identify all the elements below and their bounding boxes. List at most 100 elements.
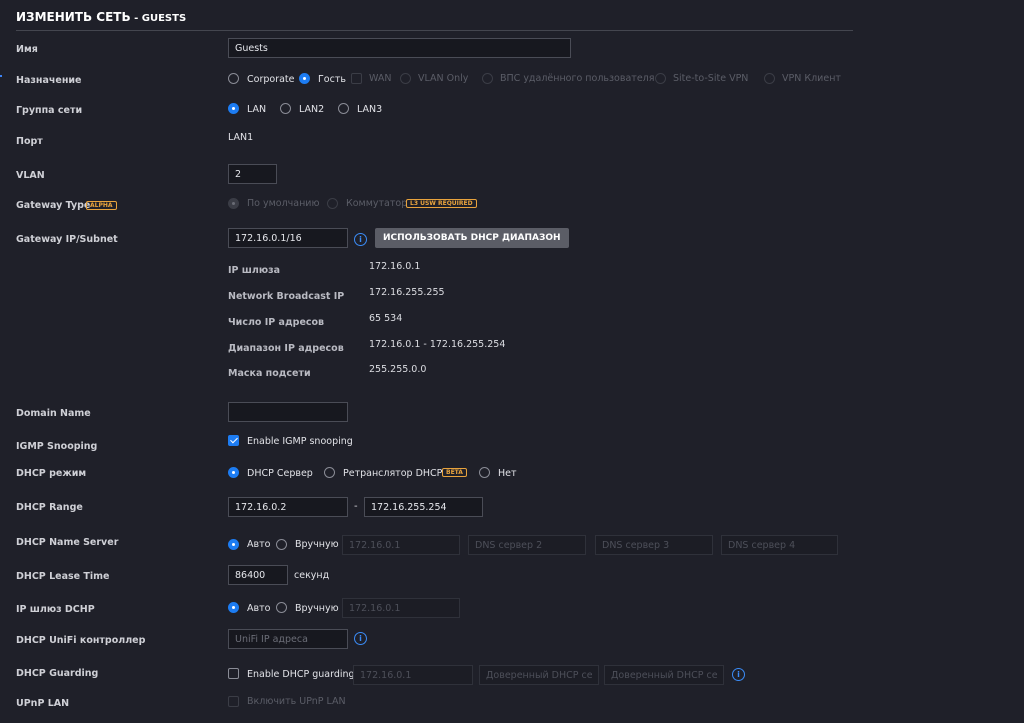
use-dhcp-range-button[interactable]: ИСПОЛЬЗОВАТЬ DHCP ДИАПАЗОН	[375, 228, 569, 248]
dhcp-none-label: Нет	[498, 468, 517, 479]
dhcp-gateway-input[interactable]	[342, 598, 460, 618]
purpose-guest-radio[interactable]	[299, 73, 310, 84]
dns-manual-radio[interactable]	[276, 539, 287, 550]
gateway-type-label: Gateway Type	[16, 200, 91, 211]
guarding-server-2-input[interactable]	[479, 665, 599, 685]
igmp-checkbox-label: Enable IGMP snooping	[247, 436, 353, 447]
vlan-input[interactable]	[228, 164, 277, 184]
page-title: ИЗМЕНИТЬ СЕТЬ - GUESTS	[16, 10, 186, 24]
purpose-vpn-client-label: VPN Клиент	[782, 73, 841, 84]
unifi-controller-input[interactable]	[228, 629, 348, 649]
igmp-checkbox[interactable]	[228, 435, 239, 446]
dhcp-relay-radio[interactable]	[324, 467, 335, 478]
network-group-label: Группа сети	[16, 105, 83, 116]
dhcp-gateway-manual-label: Вручную	[295, 603, 339, 614]
dhcp-server-label: DHCP Сервер	[247, 468, 313, 479]
header-divider	[16, 30, 853, 31]
lease-time-label: DHCP Lease Time	[16, 571, 110, 582]
purpose-guest-label: Гость	[318, 74, 346, 85]
dhcp-gateway-manual-radio[interactable]	[276, 602, 287, 613]
gateway-default-radio[interactable]	[228, 198, 239, 209]
dhcp-mode-label: DHCP режим	[16, 468, 87, 479]
vlan-label: VLAN	[16, 170, 45, 181]
port-label: Порт	[16, 136, 43, 147]
info-icon[interactable]: i	[732, 668, 745, 681]
page-title-main: ИЗМЕНИТЬ СЕТЬ	[16, 10, 131, 24]
alpha-badge: ALPHA	[86, 201, 117, 210]
purpose-site-vpn-label: Site-to-Site VPN	[673, 73, 749, 84]
purpose-vlan-only-label: VLAN Only	[418, 73, 469, 84]
ip-range-value: 172.16.0.1 - 172.16.255.254	[369, 339, 506, 350]
purpose-label: Назначение	[16, 75, 82, 86]
purpose-remote-vpn-label: ВПС удалённого пользователя	[500, 73, 655, 84]
gateway-switch-label: Коммутатор	[346, 198, 408, 209]
info-icon[interactable]: i	[354, 233, 367, 246]
purpose-vlan-only-radio[interactable]	[400, 73, 411, 84]
port-value: LAN1	[228, 132, 254, 143]
dhcp-range-start-input[interactable]	[228, 497, 348, 517]
dhcp-guarding-label: DHCP Guarding	[16, 668, 99, 679]
gateway-default-label: По умолчанию	[247, 198, 320, 209]
group-lan-label: LAN	[247, 104, 267, 115]
dhcp-gateway-auto-label: Авто	[247, 603, 271, 614]
gateway-subnet-input[interactable]	[228, 228, 348, 248]
group-lan-radio[interactable]	[228, 103, 239, 114]
subnet-mask-label: Маска подсети	[228, 368, 311, 379]
group-lan2-radio[interactable]	[280, 103, 291, 114]
page-title-suffix: - GUESTS	[134, 13, 187, 24]
upnp-label: UPnP LAN	[16, 698, 70, 709]
upnp-checkbox-label: Включить UPnP LAN	[247, 696, 346, 707]
purpose-vpn-client-radio[interactable]	[764, 73, 775, 84]
dhcp-gateway-auto-radio[interactable]	[228, 602, 239, 613]
dns-server-1-input[interactable]	[342, 535, 460, 555]
ip-range-label: Диапазон IP адресов	[228, 343, 344, 354]
purpose-corporate-radio[interactable]	[228, 73, 239, 84]
info-icon[interactable]: i	[354, 632, 367, 645]
dns-server-3-input[interactable]	[595, 535, 713, 555]
dhcp-server-radio[interactable]	[228, 467, 239, 478]
gateway-subnet-label: Gateway IP/Subnet	[16, 234, 118, 245]
edge-marker	[0, 75, 2, 77]
guarding-server-1-input[interactable]	[353, 665, 473, 685]
dns-auto-label: Авто	[247, 539, 271, 550]
dns-server-4-input[interactable]	[721, 535, 838, 555]
purpose-corporate-label: Corporate	[247, 74, 295, 85]
ip-count-label: Число IP адресов	[228, 317, 325, 328]
dhcp-range-label: DHCP Range	[16, 502, 83, 513]
domain-name-label: Domain Name	[16, 408, 91, 419]
dns-auto-radio[interactable]	[228, 539, 239, 550]
igmp-label: IGMP Snooping	[16, 441, 98, 452]
dhcp-range-end-input[interactable]	[364, 497, 483, 517]
upnp-checkbox[interactable]	[228, 696, 239, 707]
dhcp-guarding-checkbox[interactable]	[228, 668, 239, 679]
dns-manual-label: Вручную	[295, 539, 339, 550]
range-separator: -	[354, 501, 358, 512]
lease-time-input[interactable]	[228, 565, 288, 585]
domain-name-input[interactable]	[228, 402, 348, 422]
gateway-ip-info-label: IP шлюза	[228, 265, 281, 276]
gateway-ip-info-value: 172.16.0.1	[369, 261, 421, 272]
unifi-controller-label: DHCP UniFi контроллер	[16, 635, 146, 646]
l3-required-badge: L3 USW REQUIRED	[406, 199, 477, 208]
purpose-wan-label: WAN	[369, 73, 392, 84]
dhcp-guarding-checkbox-label: Enable DHCP guarding	[247, 669, 355, 680]
subnet-mask-value: 255.255.0.0	[369, 364, 427, 375]
broadcast-ip-value: 172.16.255.255	[369, 287, 445, 298]
purpose-remote-vpn-radio[interactable]	[482, 73, 493, 84]
purpose-wan-radio[interactable]	[351, 73, 362, 84]
dhcp-dns-label: DHCP Name Server	[16, 537, 119, 548]
group-lan3-label: LAN3	[357, 104, 383, 115]
guarding-server-3-input[interactable]	[604, 665, 724, 685]
broadcast-ip-label: Network Broadcast IP	[228, 291, 345, 302]
dhcp-relay-label: Ретранслятор DHCP	[343, 468, 443, 479]
lease-unit: секунд	[294, 570, 330, 581]
name-label: Имя	[16, 44, 38, 55]
group-lan3-radio[interactable]	[338, 103, 349, 114]
dns-server-2-input[interactable]	[468, 535, 586, 555]
name-input[interactable]	[228, 38, 571, 58]
beta-badge: BETA	[442, 468, 467, 477]
group-lan2-label: LAN2	[299, 104, 325, 115]
gateway-switch-radio[interactable]	[327, 198, 338, 209]
purpose-site-vpn-radio[interactable]	[655, 73, 666, 84]
dhcp-none-radio[interactable]	[479, 467, 490, 478]
